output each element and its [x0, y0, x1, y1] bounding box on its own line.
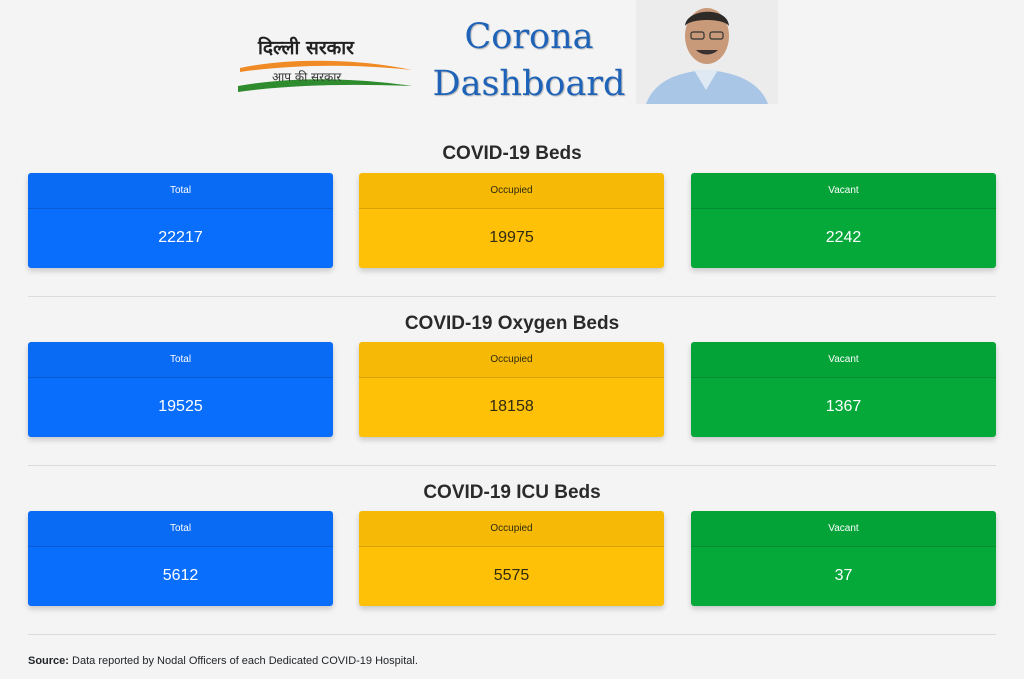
card-label: Total [28, 173, 333, 209]
card-total-icu-beds: Total 5612 [28, 511, 333, 606]
dashboard-title: Corona Dashboard [424, 14, 634, 108]
section-title-icu-beds: COVID-19 ICU Beds [423, 482, 601, 503]
portrait-image [636, 0, 778, 104]
card-value: 22217 [158, 229, 203, 246]
source-label: Source: [28, 655, 69, 667]
card-label: Occupied [359, 511, 664, 547]
logo-text-bottom: आप की सरकार [272, 70, 342, 84]
divider [28, 465, 996, 466]
section-title-oxygen-beds: COVID-19 Oxygen Beds [404, 313, 620, 334]
card-value: 1367 [825, 398, 862, 415]
card-label: Occupied [359, 173, 664, 209]
divider [28, 296, 996, 297]
card-label: Vacant [691, 342, 996, 378]
card-occupied-icu-beds: Occupied 5575 [359, 511, 664, 606]
card-vacant-icu-beds: Vacant 37 [691, 511, 996, 606]
card-total-beds: Total 22217 [28, 173, 333, 268]
title-line-2: Dashboard [432, 64, 626, 104]
card-value: 5575 [493, 567, 530, 584]
card-label: Vacant [691, 511, 996, 547]
card-value: 5612 [162, 567, 199, 584]
card-occupied-oxygen-beds: Occupied 18158 [359, 342, 664, 437]
title-line-1: Corona [464, 17, 594, 57]
card-occupied-beds: Occupied 19975 [359, 173, 664, 268]
header: दिल्ली सरकार आप की सरकार Corona Dashboar… [0, 0, 1024, 110]
card-label: Vacant [691, 173, 996, 209]
card-label: Total [28, 511, 333, 547]
card-value: 19975 [489, 229, 534, 246]
card-vacant-beds: Vacant 2242 [691, 173, 996, 268]
divider [28, 634, 996, 635]
delhi-govt-logo: दिल्ली सरकार आप की सरकार [236, 30, 416, 100]
card-label: Total [28, 342, 333, 378]
card-vacant-oxygen-beds: Vacant 1367 [691, 342, 996, 437]
card-value: 19525 [158, 398, 203, 415]
card-value: 2242 [825, 229, 862, 246]
card-label: Occupied [359, 342, 664, 378]
card-value: 18158 [489, 398, 534, 415]
source-note: Source: Data reported by Nodal Officers … [28, 655, 418, 667]
section-title-beds: COVID-19 Beds [442, 143, 582, 164]
source-text: Data reported by Nodal Officers of each … [72, 655, 418, 667]
card-value: 37 [834, 567, 853, 584]
card-total-oxygen-beds: Total 19525 [28, 342, 333, 437]
